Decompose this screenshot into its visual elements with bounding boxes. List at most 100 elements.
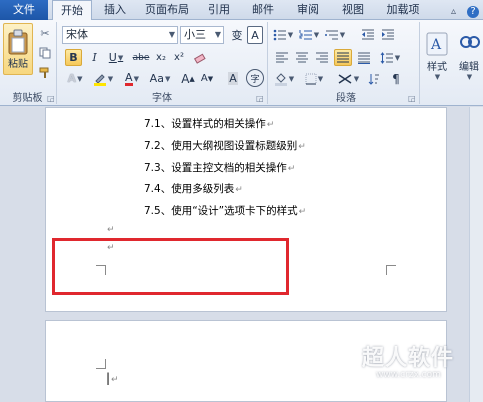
sort-button[interactable] — [366, 70, 382, 87]
chinese-layout-button[interactable]: ▼ — [334, 70, 362, 87]
numbering-button[interactable]: ▼ — [298, 26, 320, 43]
align-right-button[interactable] — [314, 49, 330, 66]
font-name-value: 宋体 — [66, 28, 88, 41]
show-marks-button[interactable]: ¶ — [388, 70, 404, 87]
paste-button[interactable]: 粘贴 — [3, 23, 33, 75]
brush-icon — [39, 67, 49, 78]
list-item[interactable]: 7.3、设置主控文档的相关操作↵ — [144, 160, 295, 175]
superscript-button[interactable]: x² — [171, 49, 187, 66]
shrink-font-label: A — [200, 73, 208, 84]
italic-button[interactable]: I — [87, 49, 102, 66]
highlighter-icon — [93, 73, 106, 86]
paste-label: 粘贴 — [8, 58, 28, 70]
tab-file[interactable]: 文件 — [0, 0, 48, 20]
align-left-button[interactable] — [274, 49, 290, 66]
help-icon[interactable]: ? — [467, 6, 479, 18]
diamond-logo-icon — [306, 334, 358, 378]
chevron-down-icon: ▼ — [313, 30, 320, 39]
line-spacing-icon — [380, 51, 393, 64]
tab-page-layout[interactable]: 页面布局 — [138, 0, 196, 20]
font-name-dropdown[interactable]: 宋体 ▼ — [62, 26, 178, 44]
strikethrough-button[interactable]: abe — [131, 49, 151, 66]
italic-label: I — [92, 51, 97, 64]
format-painter-button[interactable] — [38, 66, 52, 80]
group-separator — [56, 22, 57, 104]
enclose-characters-label: 字 — [250, 74, 260, 85]
multilevel-list-button[interactable]: ▼ — [324, 26, 346, 43]
empty-paragraph[interactable]: ↵ — [106, 223, 115, 235]
chevron-down-icon: ▼ — [466, 72, 473, 81]
font-color-button[interactable]: A ▼ — [120, 70, 144, 87]
scissors-icon: ✂ — [40, 26, 50, 40]
copy-button[interactable] — [38, 46, 52, 60]
shading-button[interactable]: ▼ — [272, 70, 296, 87]
styles-label: 样式 — [427, 61, 447, 73]
paragraph-dialog-launcher-icon[interactable]: ◲ — [408, 94, 416, 103]
tab-review[interactable]: 审阅 — [289, 0, 327, 20]
chevron-down-icon: ▼ — [288, 74, 295, 83]
shading-icon: A — [228, 72, 238, 85]
chevron-down-icon: ▼ — [117, 53, 124, 62]
change-case-button[interactable]: Aa ▼ — [148, 70, 172, 87]
text-effects-icon: A — [67, 72, 77, 85]
character-shading-button[interactable]: A — [225, 70, 241, 87]
copy-icon — [39, 47, 51, 59]
list-item[interactable]: 7.1、设置样式的相关操作↵ — [144, 116, 274, 131]
shrink-font-button[interactable]: A ▼ — [199, 70, 215, 87]
bullets-button[interactable]: ▼ — [272, 26, 294, 43]
align-right-icon — [316, 52, 328, 62]
tab-mailings[interactable]: 邮件 — [244, 0, 282, 20]
list-item[interactable]: 7.4、使用多级列表↵ — [144, 181, 243, 196]
paragraph-mark: ↵ — [107, 225, 115, 235]
tab-home[interactable]: 开始 — [52, 0, 92, 21]
font-color-icon: A — [125, 70, 133, 86]
tab-insert[interactable]: 插入 — [96, 0, 134, 20]
line-spacing-button[interactable]: ▼ — [378, 49, 402, 66]
paragraph-mark: ↵ — [298, 207, 307, 217]
highlight-color-button[interactable]: ▼ — [90, 70, 116, 87]
bold-button[interactable]: B — [65, 49, 82, 66]
list-item[interactable]: 7.5、使用“设计”选项卡下的样式↵ — [144, 203, 306, 218]
justify-button[interactable] — [334, 49, 352, 66]
borders-button[interactable]: ▼ — [302, 70, 326, 87]
underline-button[interactable]: U ▼ — [105, 49, 127, 66]
cut-button[interactable]: ✂ — [38, 26, 52, 40]
eraser-icon — [193, 53, 206, 64]
chevron-down-icon: ▼ — [107, 74, 114, 83]
paragraph-mark: ↵ — [287, 164, 296, 174]
strikethrough-label: abe — [132, 52, 150, 63]
tab-view[interactable]: 视图 — [334, 0, 372, 20]
chevron-down-icon: ▼ — [133, 74, 139, 83]
character-border-button[interactable]: A — [247, 26, 263, 44]
chevron-down-icon: ▼ — [287, 30, 294, 39]
paragraph-mark: ↵ — [298, 142, 306, 152]
minimize-ribbon-icon[interactable]: ▵ — [448, 6, 460, 18]
chevron-down-icon: ▼ — [394, 53, 401, 62]
phonetic-guide-button[interactable]: 变 — [228, 26, 246, 44]
tab-addins[interactable]: 加载项 — [378, 0, 428, 20]
font-size-dropdown[interactable]: 小三 ▼ — [180, 26, 224, 44]
styles-button[interactable]: A 样式 ▼ — [422, 24, 452, 88]
list-item[interactable]: 7.2、使用大纲视图设置标题级别↵ — [144, 138, 306, 153]
tab-references[interactable]: 引用 — [200, 0, 238, 20]
window-controls: ▵ ? — [444, 4, 479, 18]
increase-indent-button[interactable] — [380, 26, 396, 43]
editing-button[interactable]: 编辑 ▼ — [455, 24, 483, 88]
text-effects-button[interactable]: A ▼ — [63, 70, 87, 87]
editing-label: 编辑 — [459, 61, 479, 73]
align-center-button[interactable] — [294, 49, 310, 66]
grow-font-button[interactable]: A ▲ — [180, 70, 196, 87]
decrease-indent-button[interactable] — [360, 26, 376, 43]
subscript-button[interactable]: x₂ — [153, 49, 169, 66]
enclose-characters-button[interactable]: 字 — [246, 69, 264, 87]
text-cursor: |↵ — [106, 371, 119, 385]
font-dialog-launcher-icon[interactable]: ◲ — [256, 94, 264, 103]
align-center-icon — [296, 52, 308, 62]
clipboard-dialog-launcher-icon[interactable]: ◲ — [47, 94, 55, 103]
distributed-button[interactable] — [356, 49, 372, 66]
group-separator — [419, 22, 420, 104]
subscript-label: x₂ — [156, 52, 166, 63]
clear-formatting-button[interactable] — [192, 49, 208, 66]
chevron-down-icon: ▼ — [353, 74, 360, 83]
watermark-url: www.crzx.com — [376, 370, 441, 380]
